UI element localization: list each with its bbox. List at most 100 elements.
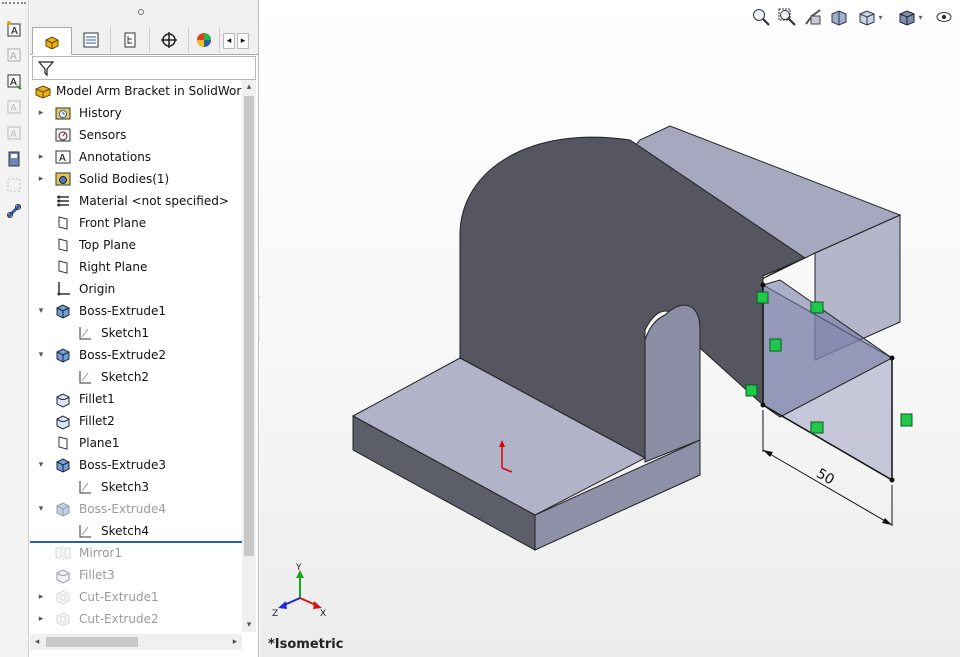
toolbar-grip[interactable]	[2, 2, 26, 7]
sketch-point[interactable]	[889, 355, 895, 361]
tree-item[interactable]: Sketch1	[30, 322, 242, 344]
tree-item[interactable]: Mirror1	[30, 542, 242, 564]
zoom-to-area-icon	[778, 8, 796, 26]
scroll-down-arrow-icon[interactable]: ▾	[242, 618, 256, 632]
tree-item[interactable]: ▸ Cut-Extrude1	[30, 586, 242, 608]
horizontal-relation-icon[interactable]	[810, 421, 824, 434]
vertical-relation-icon[interactable]	[900, 413, 913, 427]
expand-toggle-icon[interactable]: ▸	[36, 614, 46, 624]
mirror-icon	[54, 544, 72, 562]
tree-item[interactable]: ▸ History	[30, 102, 242, 124]
note-icon[interactable]: A	[3, 44, 25, 66]
sketch-icon	[76, 478, 94, 496]
horizontal-scroll-thumb[interactable]	[46, 637, 138, 647]
tree-item[interactable]: ▾ Boss-Extrude2	[30, 344, 242, 366]
cut-extrude-icon	[54, 610, 72, 628]
model-canvas[interactable]: 50 Y X Z	[260, 0, 960, 657]
tree-item[interactable]: Sketch3	[30, 476, 242, 498]
tree-item[interactable]: ▾ Boss-Extrude1	[30, 300, 242, 322]
part-name: Model Arm Bracket in SolidWorks	[56, 84, 242, 98]
scroll-up-arrow-icon[interactable]: ▴	[242, 80, 256, 94]
previous-view-button[interactable]	[802, 6, 824, 28]
expand-toggle-icon[interactable]: ▸	[36, 152, 46, 162]
sketch-point[interactable]	[760, 282, 766, 288]
smart-dimension-icon[interactable]: A	[3, 18, 25, 40]
tab-featuremanager[interactable]	[32, 27, 72, 55]
tree-horizontal-scrollbar[interactable]: ◂ ▸	[30, 634, 242, 650]
text-icon[interactable]: A	[3, 70, 25, 92]
tree-item[interactable]: ▸ A Annotations	[30, 146, 242, 168]
hide-show-items-button[interactable]	[932, 6, 956, 28]
tree-item[interactable]: ▸ Solid Bodies(1)	[30, 168, 242, 190]
tab-configurationmanager[interactable]	[111, 27, 150, 53]
tab-scroll-left-button[interactable]: ◂	[223, 33, 235, 49]
scroll-left-arrow-icon[interactable]: ◂	[30, 634, 44, 650]
parallel-relation-icon[interactable]	[745, 384, 758, 397]
expand-toggle-icon[interactable]: ▾	[36, 460, 46, 470]
zoom-to-area-button[interactable]	[776, 6, 798, 28]
tree-root-item[interactable]: Model Arm Bracket in SolidWorks	[30, 80, 242, 102]
previous-view-icon	[805, 9, 821, 25]
arch-inner-face[interactable]	[644, 304, 701, 463]
tree-item-label: Fillet3	[79, 568, 115, 582]
expand-toggle-icon[interactable]: ▸	[36, 108, 46, 118]
tree-filter-input[interactable]	[32, 56, 256, 80]
tree-item[interactable]: ▾ Boss-Extrude4	[30, 498, 242, 520]
tree-item-label: Boss-Extrude2	[79, 348, 166, 362]
tree-item[interactable]: ▸ Cut-Extrude2	[30, 608, 242, 630]
svg-text:A: A	[11, 26, 18, 37]
expand-toggle-icon[interactable]: ▾	[36, 504, 46, 514]
datum-feature-icon[interactable]	[3, 148, 25, 170]
tree-item[interactable]: Fillet1	[30, 388, 242, 410]
tree-item[interactable]: Sensors	[30, 124, 242, 146]
tree-item-label: Material <not specified>	[79, 194, 229, 208]
surface-finish-icon[interactable]: A	[3, 122, 25, 144]
sketch-point[interactable]	[889, 477, 895, 483]
tree-item[interactable]: ▾ Boss-Extrude3	[30, 454, 242, 476]
zoom-to-fit-button[interactable]	[750, 6, 772, 28]
vertical-scroll-thumb[interactable]	[244, 96, 254, 556]
display-style-button[interactable]: ▾	[894, 6, 926, 28]
dimension-value[interactable]: 50	[813, 466, 836, 489]
svg-text:A: A	[59, 153, 66, 164]
expand-toggle-icon[interactable]: ▾	[36, 306, 46, 316]
tree-item[interactable]: Right Plane	[30, 256, 242, 278]
sketch-tools-strip: A A A A A	[0, 0, 29, 657]
sketch-point[interactable]	[760, 402, 766, 408]
view-orientation-label: *Isometric	[268, 637, 344, 652]
section-view-button[interactable]	[828, 6, 850, 28]
weld-symbol-icon[interactable]	[3, 174, 25, 196]
featuremanager-icon	[45, 35, 59, 50]
expand-toggle-icon[interactable]: ▸	[36, 592, 46, 602]
expand-toggle-icon[interactable]: ▾	[36, 350, 46, 360]
tab-scroll-right-button[interactable]: ▸	[237, 33, 249, 49]
coincident-relation-icon[interactable]	[756, 291, 769, 304]
scroll-right-arrow-icon[interactable]: ▸	[228, 634, 242, 650]
tree-item[interactable]: Top Plane	[30, 234, 242, 256]
tree-item-label: Fillet1	[79, 392, 115, 406]
tree-item[interactable]: Sketch2	[30, 366, 242, 388]
repair-sketch-icon[interactable]	[3, 200, 25, 222]
annotations-icon: A	[54, 148, 72, 166]
tree-item[interactable]: Fillet2	[30, 410, 242, 432]
panel-grip[interactable]	[138, 9, 144, 15]
tree-item[interactable]: Front Plane	[30, 212, 242, 234]
graphics-viewport[interactable]: 50 Y X Z ▾ ▾	[260, 0, 960, 657]
tree-item[interactable]: Origin	[30, 278, 242, 300]
dimension-arrow-icon	[763, 450, 773, 457]
vertical-relation-icon[interactable]	[769, 338, 782, 352]
tab-propertymanager[interactable]	[72, 27, 111, 53]
tab-dimxpertmanager[interactable]	[150, 27, 189, 53]
balloon-icon[interactable]: A	[3, 96, 25, 118]
horizontal-relation-icon[interactable]	[810, 301, 824, 314]
tree-item[interactable]: Fillet3	[30, 564, 242, 586]
view-orientation-button[interactable]: ▾	[854, 6, 886, 28]
rollback-bar[interactable]	[30, 541, 242, 543]
tree-vertical-scrollbar[interactable]: ▴ ▾	[242, 80, 256, 632]
tree-item[interactable]: Plane1	[30, 432, 242, 454]
tab-displaymanager[interactable]	[189, 27, 220, 53]
tree-item-label: Sketch3	[101, 480, 150, 494]
tree-item[interactable]: Sketch4	[30, 520, 242, 542]
expand-toggle-icon[interactable]: ▸	[36, 174, 46, 184]
tree-item[interactable]: Material <not specified>	[30, 190, 242, 212]
